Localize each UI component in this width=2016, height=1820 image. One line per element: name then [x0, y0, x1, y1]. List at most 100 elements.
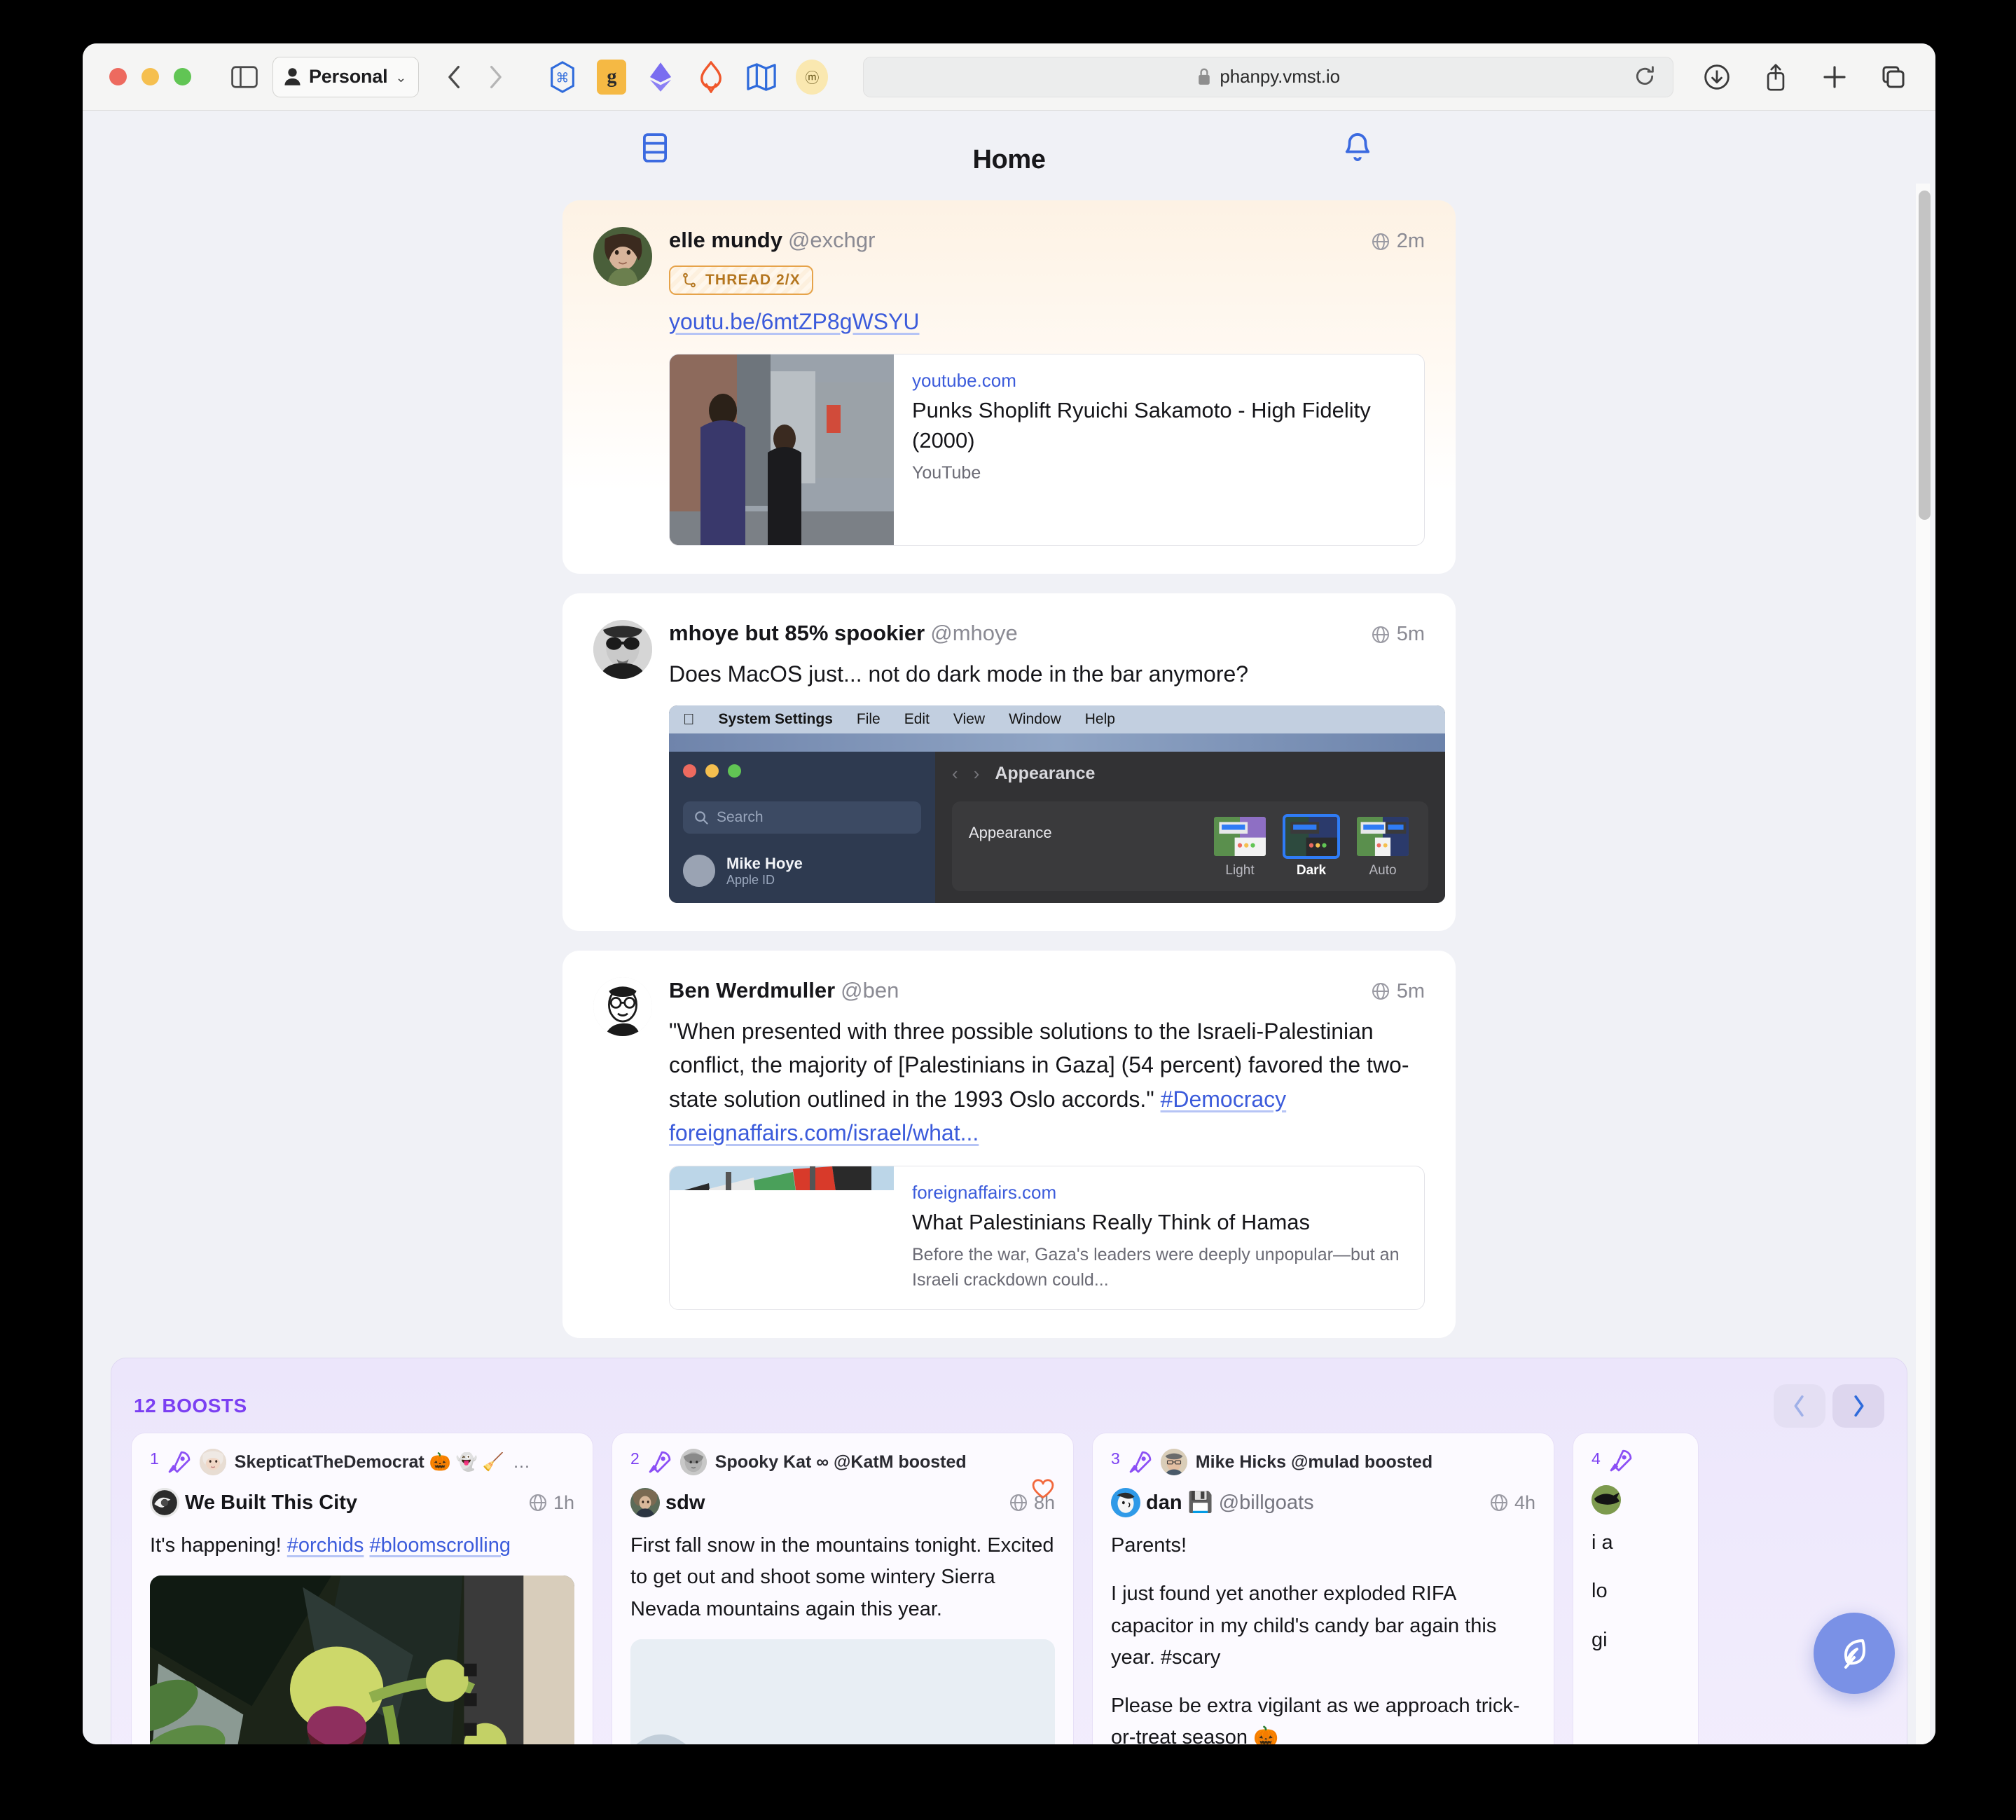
app-header: Home	[83, 111, 1935, 188]
author-avatar[interactable]	[1111, 1488, 1140, 1518]
boost-author-row[interactable]: sdw 8h	[630, 1488, 1055, 1518]
boost-card[interactable]: 3 Mike Hicks @mulad boosted dan 💾 @billgo…	[1092, 1433, 1554, 1744]
boost-card[interactable]: 1 SkepticatTheDemocrat 🎃 👻 🧹 … We Built …	[131, 1433, 593, 1744]
boost-author-row[interactable]	[1592, 1485, 1680, 1515]
thread-badge-label: THREAD 2/X	[705, 271, 801, 288]
boost-card[interactable]: 2 Spooky Kat ∞ @KatM boosted sdw 8h Firs…	[612, 1433, 1074, 1744]
boost-rocket-icon	[1129, 1451, 1152, 1473]
minimize-window-button[interactable]	[141, 68, 159, 85]
author-display-name: We Built This City	[185, 1491, 357, 1514]
close-window-button[interactable]	[109, 68, 127, 85]
favourite-heart-icon[interactable]	[1031, 1477, 1055, 1501]
author-avatar[interactable]	[1592, 1485, 1621, 1515]
booster-avatar[interactable]	[679, 1449, 707, 1476]
boost-rocket-icon	[1610, 1449, 1632, 1472]
link-preview-card[interactable]: foreignaffairs.com What Palestinians Rea…	[669, 1166, 1425, 1311]
theme-label-dark: Dark	[1296, 862, 1327, 878]
forward-button[interactable]	[475, 57, 516, 97]
author-display-name: dan 💾 @billgoats	[1146, 1491, 1490, 1515]
boost-index: 2	[630, 1449, 640, 1468]
avatar[interactable]	[593, 977, 652, 1036]
theme-option-auto[interactable]: Auto	[1354, 814, 1411, 878]
map-icon[interactable]	[745, 61, 778, 93]
mastodon-icon[interactable]: ⓜ	[796, 59, 829, 95]
boost-image-mountain[interactable]	[630, 1639, 1055, 1744]
status-link[interactable]: youtu.be/6mtZP8gWSYU	[669, 309, 919, 334]
boost-header: 4	[1592, 1449, 1680, 1473]
status-body-text: "When presented with three possible solu…	[669, 1018, 1409, 1112]
avatar[interactable]	[593, 227, 652, 286]
scrollbar-thumb[interactable]	[1919, 191, 1931, 520]
preview-domain: foreignaffairs.com	[912, 1182, 1057, 1203]
breadcrumb-title: Appearance	[995, 763, 1096, 783]
maximize-window-button[interactable]	[174, 68, 191, 85]
forward-chevron-icon[interactable]: ›	[974, 763, 980, 785]
url-text: phanpy.vmst.io	[1220, 66, 1340, 87]
address-bar[interactable]: phanpy.vmst.io	[863, 56, 1673, 97]
boost-card[interactable]: 4 i a lo gi	[1573, 1433, 1699, 1744]
boosts-count-label: 12 BOOSTS	[134, 1395, 247, 1417]
hashtag-orchids[interactable]: #orchids	[287, 1534, 364, 1557]
ethereum-icon[interactable]	[644, 61, 677, 93]
status-card[interactable]: Ben Werdmuller @ben 5m "When presented wi…	[562, 950, 1456, 1339]
link-preview-card[interactable]: youtube.com Punks Shoplift Ryuichi Sakam…	[669, 354, 1425, 546]
author-handle: @exchgr	[787, 228, 876, 252]
settings-search-field[interactable]: Search	[683, 801, 921, 834]
boosts-header: 12 BOOSTS	[111, 1379, 1907, 1433]
apple-logo-icon: 	[683, 710, 695, 729]
theme-option-dark[interactable]: Dark	[1283, 813, 1340, 878]
theme-option-light[interactable]: Light	[1211, 814, 1269, 878]
command-icon[interactable]: ⌘	[546, 60, 579, 93]
author-avatar[interactable]	[630, 1488, 660, 1518]
theme-label-auto: Auto	[1369, 862, 1397, 878]
share-icon[interactable]	[1760, 62, 1791, 92]
author-display-value: dan 💾	[1146, 1491, 1213, 1515]
boost-image-orchid[interactable]	[150, 1576, 574, 1744]
notifications-bell-icon[interactable]	[1344, 132, 1371, 166]
status-card[interactable]: elle mundy @exchgr 2m THREAD 2/X youtu.be…	[562, 200, 1456, 574]
settings-account-row[interactable]: Mike Hoye Apple ID	[683, 855, 921, 888]
status-link[interactable]: foreignaffairs.com/israel/what...	[669, 1120, 979, 1145]
columns-icon[interactable]	[643, 133, 667, 166]
booster-avatar[interactable]	[1160, 1449, 1187, 1476]
menu-view: View	[941, 710, 985, 727]
compose-button[interactable]	[1814, 1613, 1895, 1694]
hashtag-democracy[interactable]: #Democracy	[1161, 1087, 1287, 1112]
author-avatar[interactable]	[150, 1488, 179, 1518]
boost-author-row[interactable]: dan 💾 @billgoats 4h	[1111, 1488, 1535, 1518]
thread-badge[interactable]: THREAD 2/X	[669, 265, 813, 295]
reload-icon[interactable]	[1634, 65, 1657, 89]
status-author[interactable]: Ben Werdmuller @ben	[669, 977, 1372, 1005]
booster-name: SkepticatTheDemocrat 🎃 👻 🧹	[234, 1452, 504, 1472]
carousel-prev-button[interactable]	[1774, 1384, 1825, 1428]
status-image-macos-settings[interactable]:  System Settings File Edit View Window …	[669, 705, 1445, 903]
status-author[interactable]: elle mundy @exchgr	[669, 227, 1372, 254]
raindrop-icon[interactable]	[695, 60, 727, 93]
new-tab-icon[interactable]	[1819, 62, 1850, 92]
preview-title: Punks Shoplift Ryuichi Sakamoto - High F…	[912, 398, 1371, 453]
back-chevron-icon[interactable]: ‹	[952, 763, 958, 785]
status-text: Does MacOS just... not do dark mode in t…	[669, 661, 1249, 687]
status-card[interactable]: mhoye but 85% spookier @mhoye 5m Does Mac…	[562, 593, 1456, 931]
boost-time-value: 1h	[553, 1491, 574, 1513]
booster-name: Spooky Kat ∞ @KatM boosted	[714, 1452, 967, 1472]
grammarly-icon[interactable]: g	[597, 59, 627, 95]
status-author[interactable]: mhoye but 85% spookier @mhoye	[669, 620, 1372, 647]
booster-avatar[interactable]	[199, 1449, 226, 1476]
hashtag-bloomscrolling[interactable]: #bloomscrolling	[369, 1534, 511, 1557]
carousel-next-button[interactable]	[1832, 1384, 1884, 1428]
boost-rocket-icon	[168, 1451, 191, 1473]
boost-time: 1h	[529, 1492, 574, 1514]
status-time: 5m	[1396, 979, 1425, 1002]
profile-chip[interactable]: Personal ⌄	[272, 56, 420, 97]
back-button[interactable]	[434, 57, 475, 97]
sidebar-toggle-icon[interactable]	[228, 60, 261, 94]
boost-cards: 1 SkepticatTheDemocrat 🎃 👻 🧹 … We Built …	[111, 1433, 1907, 1744]
boost-header: 1 SkepticatTheDemocrat 🎃 👻 🧹 …	[150, 1449, 574, 1476]
tab-overview-icon[interactable]	[1878, 62, 1909, 92]
boost-author-row[interactable]: We Built This City 1h	[150, 1488, 574, 1518]
page-scrollbar[interactable]	[1916, 184, 1931, 1744]
avatar[interactable]	[593, 620, 652, 680]
downloads-icon[interactable]	[1701, 62, 1732, 92]
booster-overflow: …	[512, 1452, 530, 1472]
